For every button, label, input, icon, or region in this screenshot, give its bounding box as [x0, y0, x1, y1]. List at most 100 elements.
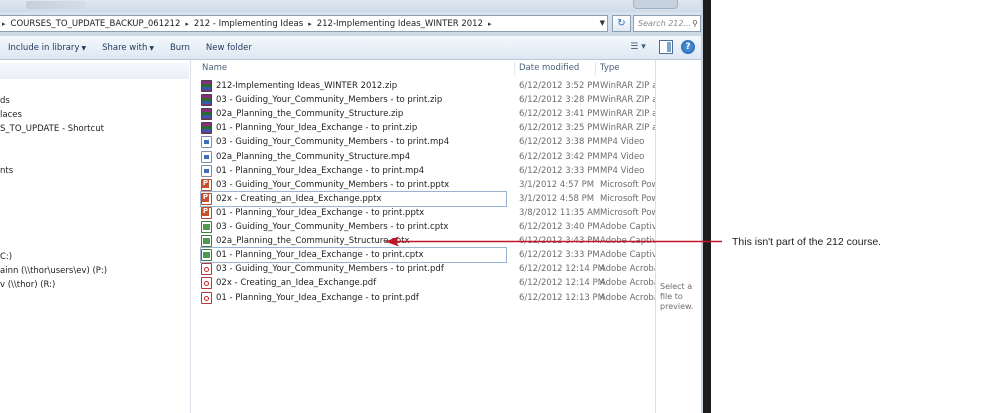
nav-selected-item[interactable]: [0, 63, 189, 79]
file-name-cell[interactable]: 03 - Guiding_Your_Community_Members - to…: [201, 135, 506, 149]
file-name-cell[interactable]: 212-Implementing Ideas_WINTER 2012.zip: [201, 79, 506, 93]
help-icon[interactable]: ?: [681, 40, 695, 54]
file-row[interactable]: 03 - Guiding_Your_Community_Members - to…: [191, 135, 655, 149]
file-name: 03 - Guiding_Your_Community_Members - to…: [216, 222, 449, 232]
video-icon: [201, 136, 212, 149]
file-row[interactable]: 01 - Planning_Your_Idea_Exchange - to pr…: [191, 247, 655, 264]
breadcrumb-item-backup[interactable]: COURSES_TO_UPDATE_BACKUP_061212: [8, 19, 184, 29]
close-button[interactable]: [633, 0, 678, 9]
zip-icon: [201, 94, 212, 107]
column-divider[interactable]: [595, 62, 596, 75]
address-bar[interactable]: ▸ COURSES_TO_UPDATE_BACKUP_061212 ▸ 212 …: [0, 15, 608, 32]
zip-icon: [201, 122, 212, 135]
refresh-icon: ↻: [617, 18, 626, 29]
nav-item-downloads[interactable]: ds: [0, 96, 10, 106]
captivate-icon: [201, 249, 212, 262]
file-row[interactable]: 02a_Planning_the_Community_Structure.cpt…: [191, 234, 655, 248]
file-name-cell[interactable]: 02a_Planning_the_Community_Structure.zip: [201, 107, 506, 121]
file-name: 01 - Planning_Your_Idea_Exchange - to pr…: [216, 250, 424, 261]
file-row[interactable]: 01 - Planning_Your_Idea_Exchange - to pr…: [191, 291, 655, 305]
file-name-cell[interactable]: 01 - Planning_Your_Idea_Exchange - to pr…: [201, 121, 506, 135]
new-folder-button[interactable]: New folder: [198, 43, 260, 53]
file-name-cell[interactable]: 03 - Guiding_Your_Community_Members - to…: [201, 178, 506, 192]
share-with-label: Share with: [102, 42, 148, 53]
column-divider[interactable]: [514, 62, 515, 75]
chevron-right-icon: ▸: [2, 19, 6, 28]
refresh-button[interactable]: ↻: [612, 15, 631, 32]
file-name-cell[interactable]: 03 - Guiding_Your_Community_Members - to…: [201, 93, 506, 107]
file-name-cell[interactable]: 01 - Planning_Your_Idea_Exchange - to pr…: [201, 291, 506, 305]
pdf-icon: [201, 291, 212, 304]
nav-item-local-disk[interactable]: C:): [0, 252, 12, 262]
file-name-cell[interactable]: 02x - Creating_an_Idea_Exchange.pptx: [200, 190, 507, 207]
nav-item-shortcut[interactable]: S_TO_UPDATE - Shortcut: [0, 124, 104, 134]
file-name: 212-Implementing Ideas_WINTER 2012.zip: [216, 81, 398, 91]
powerpoint-icon: [201, 206, 212, 219]
search-input[interactable]: Search 212... ⚲: [633, 15, 701, 32]
chevron-right-icon: ▸: [487, 19, 492, 28]
toolbar-right-group: ☰ ▾ ?: [625, 39, 695, 55]
file-row[interactable]: 03 - Guiding_Your_Community_Members - to…: [191, 262, 655, 276]
annotation-area: [711, 0, 998, 413]
preview-pane-button[interactable]: [659, 40, 673, 54]
file-name: 01 - Planning_Your_Idea_Exchange - to pr…: [216, 165, 425, 176]
file-name: 02a_Planning_the_Community_Structure.cpt…: [216, 236, 410, 247]
file-row[interactable]: 212-Implementing Ideas_WINTER 2012.zip 6/…: [191, 79, 655, 93]
nav-item-places[interactable]: laces: [0, 110, 22, 120]
file-date: 3/1/2012 4:57 PM: [519, 179, 595, 190]
file-date: 6/12/2012 3:42 PM: [519, 151, 600, 162]
search-icon: ⚲: [692, 19, 698, 28]
column-header-date[interactable]: Date modified: [519, 60, 579, 76]
file-name-cell[interactable]: 02a_Planning_the_Community_Structure.cpt…: [201, 234, 506, 248]
file-list: Name Date modified Type 212-Implementing…: [191, 60, 655, 413]
file-date: 6/12/2012 12:14 PM: [519, 264, 605, 275]
file-name-cell[interactable]: 02x - Creating_an_Idea_Exchange.pdf: [201, 276, 506, 290]
file-row[interactable]: 02x - Creating_an_Idea_Exchange.pdf 6/12/…: [191, 276, 655, 290]
zip-icon: [201, 80, 212, 92]
file-name: 03 - Guiding_Your_Community_Members - to…: [216, 137, 450, 148]
file-row[interactable]: 01 - Planning_Your_Idea_Exchange - to pr…: [191, 164, 655, 178]
nav-item-network-p[interactable]: ainn (\\thor\users\ev) (P:): [0, 266, 107, 276]
burn-button[interactable]: Burn: [162, 43, 198, 53]
column-header-name[interactable]: Name: [202, 60, 227, 76]
file-row[interactable]: 03 - Guiding_Your_Community_Members - to…: [191, 93, 655, 107]
file-name: 02x - Creating_an_Idea_Exchange.pptx: [216, 193, 382, 204]
file-name-cell[interactable]: 01 - Planning_Your_Idea_Exchange - to pr…: [201, 164, 506, 178]
file-row[interactable]: 02a_Planning_the_Community_Structure.mp4…: [191, 150, 655, 164]
file-row[interactable]: 03 - Guiding_Your_Community_Members - to…: [191, 220, 655, 234]
file-type: WinRAR ZIP archive: [600, 123, 655, 134]
breadcrumb-item-course[interactable]: 212 - Implementing Ideas: [191, 19, 306, 29]
captivate-icon: [201, 221, 212, 233]
file-row[interactable]: 02a_Planning_the_Community_Structure.zip…: [191, 107, 655, 121]
file-date: 6/12/2012 3:25 PM: [519, 123, 600, 134]
file-name: 02a_Planning_the_Community_Structure.zip: [216, 109, 404, 120]
file-type: Adobe Captivate: [600, 222, 655, 232]
chevron-down-icon[interactable]: ▼: [600, 19, 605, 27]
preview-message: Select a file to preview.: [660, 282, 694, 311]
column-header-type[interactable]: Type: [600, 60, 620, 76]
command-bar: Include in library ▼ Share with ▼ Burn New…: [0, 36, 701, 60]
powerpoint-icon: [201, 192, 212, 205]
file-type: Microsoft PowerPoint: [600, 207, 655, 218]
file-row[interactable]: 02x - Creating_an_Idea_Exchange.pptx 3/1/…: [191, 190, 655, 207]
file-date: 6/12/2012 3:40 PM: [519, 222, 600, 232]
file-date: 6/12/2012 3:33 PM: [519, 165, 600, 176]
file-row[interactable]: 03 - Guiding_Your_Community_Members - to…: [191, 178, 655, 192]
window-titlebar: [0, 0, 701, 12]
file-name-cell[interactable]: 01 - Planning_Your_Idea_Exchange - to pr…: [201, 206, 506, 220]
nav-item-documents[interactable]: nts: [0, 166, 13, 176]
nav-item-network-r[interactable]: v (\\thor) (R:): [0, 280, 55, 290]
file-type: MP4 Video: [600, 151, 645, 162]
file-row[interactable]: 01 - Planning_Your_Idea_Exchange - to pr…: [191, 206, 655, 220]
file-row[interactable]: 01 - Planning_Your_Idea_Exchange - to pr…: [191, 121, 655, 135]
file-name-cell[interactable]: 03 - Guiding_Your_Community_Members - to…: [201, 220, 506, 234]
share-with-button[interactable]: Share with ▼: [94, 43, 162, 53]
view-options-button[interactable]: ☰ ▾: [625, 39, 651, 55]
include-in-library-button[interactable]: Include in library ▼: [0, 43, 94, 53]
breadcrumb-item-current[interactable]: 212-Implementing Ideas_WINTER 2012: [314, 19, 486, 29]
file-date: 6/12/2012 12:13 PM: [519, 292, 605, 303]
file-type: MP4 Video: [600, 137, 645, 148]
file-name-cell[interactable]: 03 - Guiding_Your_Community_Members - to…: [201, 262, 506, 276]
file-name-cell[interactable]: 01 - Planning_Your_Idea_Exchange - to pr…: [200, 247, 507, 264]
file-name-cell[interactable]: 02a_Planning_the_Community_Structure.mp4: [201, 150, 506, 164]
